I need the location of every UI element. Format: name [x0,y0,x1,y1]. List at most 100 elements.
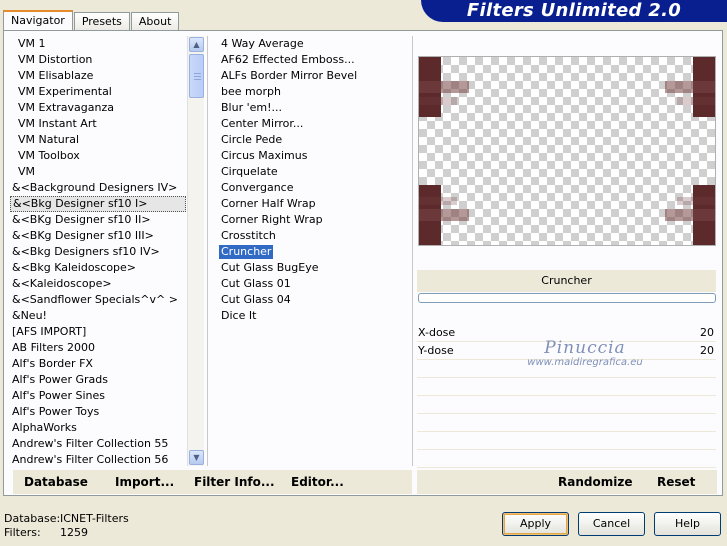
editor-button[interactable]: Editor... [291,474,344,490]
parameter-row [417,432,716,450]
category-item[interactable]: VM Experimental [10,84,186,100]
category-item[interactable]: Andrew's Filter Collection 56 [10,452,186,466]
category-item[interactable]: &<Bkg Kaleidoscope> [10,260,186,276]
preview-corner-bottom-right [663,185,715,245]
filter-info-button[interactable]: Filter Info... [194,474,275,490]
randomize-button[interactable]: Randomize [558,474,632,490]
parameter-value: 20 [700,326,714,339]
filter-list[interactable]: 4 Way Average AF62 Effected Emboss... ALFs… [210,36,410,466]
parameter-row [417,414,716,432]
help-button[interactable]: Help [654,512,721,536]
database-value: ICNET-Filters [60,512,129,525]
database-label: Database: [4,512,61,525]
filter-item[interactable]: Center Mirror... [210,116,410,132]
filter-item[interactable]: AF62 Effected Emboss... [210,52,410,68]
category-item[interactable]: VM Distortion [10,52,186,68]
filter-item[interactable]: 4 Way Average [210,36,410,52]
filter-item-label: AF62 Effected Emboss... [221,53,355,66]
category-list[interactable]: VM 1 VM Distortion VM Elisablaze VM Experim… [10,36,186,466]
preview-corner-top-right [663,57,715,117]
list-divider [207,36,208,466]
filter-item-label: Circle Pede [221,133,283,146]
preview-corner-top-left [419,57,471,117]
category-item[interactable]: &<Sandflower Specials^v^ > [10,292,186,308]
category-item[interactable]: &Neu! [10,308,186,324]
tab-navigator[interactable]: Navigator [3,10,73,30]
category-item[interactable]: Alf's Border FX [10,356,186,372]
filters-count-label: Filters: [4,526,41,539]
preview-corner-bottom-left [419,185,471,245]
category-item[interactable]: Alf's Power Sines [10,388,186,404]
filter-item[interactable]: Cut Glass 04 [210,292,410,308]
tab-presets[interactable]: Presets [73,12,130,30]
scroll-thumb[interactable] [189,54,204,98]
filter-item-label: Circus Maximus [221,149,308,162]
cancel-button[interactable]: Cancel [578,512,645,536]
filter-item-label: Cruncher [219,245,274,259]
apply-button[interactable]: Apply [502,512,569,536]
category-scrollbar[interactable]: ▲ ▼ [187,36,204,466]
category-item[interactable]: VM Instant Art [10,116,186,132]
filter-item[interactable]: Cruncher [210,244,410,260]
filter-item[interactable]: Blur 'em!... [210,100,410,116]
filter-item[interactable]: Cut Glass BugEye [210,260,410,276]
progress-bar [418,293,716,303]
status-info: Database: ICNET-Filters Filters: 1259 [4,512,129,540]
category-item[interactable]: VM Toolbox [10,148,186,164]
filter-item[interactable]: Convergance [210,180,410,196]
filters-count-value: 1259 [60,526,88,539]
filter-item-label: Convergance [221,181,294,194]
import-button[interactable]: Import... [115,474,174,490]
category-item[interactable]: Alf's Power Grads [10,372,186,388]
category-item[interactable]: AlphaWorks [10,420,186,436]
category-item[interactable]: Alf's Power Toys [10,404,186,420]
category-item[interactable]: VM Natural [10,132,186,148]
filter-item-label: Cut Glass 04 [221,293,291,306]
filter-item[interactable]: bee morph [210,84,410,100]
parameter-label: Y-dose [418,344,454,357]
app-title-banner: Filters Unlimited 2.0 [421,0,727,22]
filter-item-label: ALFs Border Mirror Bevel [221,69,358,82]
scroll-down-button[interactable]: ▼ [189,450,204,465]
filter-item-label: Blur 'em!... [221,101,282,114]
category-item[interactable]: Andrew's Filter Collection 55 [10,436,186,452]
parameter-area: Cruncher X-dose 20 Y-dose 20 Pinuccia www.m… [417,268,716,468]
filter-item[interactable]: Circus Maximus [210,148,410,164]
scroll-up-button[interactable]: ▲ [189,37,204,52]
category-item[interactable]: VM 1 [10,36,186,52]
category-item[interactable]: &<Bkg Designer sf10 I> [10,196,186,212]
category-item[interactable]: &<BKg Designer sf10 II> [10,212,186,228]
watermark-name: Pinuccia [544,338,626,358]
category-item[interactable]: &<Bkg Designers sf10 IV> [10,244,186,260]
category-item[interactable]: AB Filters 2000 [10,340,186,356]
filter-item-label: Cirquelate [221,165,278,178]
filter-item[interactable]: Corner Half Wrap [210,196,410,212]
category-item[interactable]: [AFS IMPORT] [10,324,186,340]
category-item[interactable]: VM [10,164,186,180]
watermark-site: www.maidiregrafica.eu [527,357,643,368]
filter-item-label: Crosstitch [221,229,276,242]
category-item[interactable]: &<Kaleidoscope> [10,276,186,292]
filter-item[interactable]: Corner Right Wrap [210,212,410,228]
list-divider [412,36,413,466]
current-filter-name: Cruncher [417,270,716,292]
filter-item[interactable]: ALFs Border Mirror Bevel [210,68,410,84]
category-item[interactable]: VM Extravaganza [10,100,186,116]
database-button[interactable]: Database [24,474,88,490]
parameter-row [417,450,716,468]
reset-button[interactable]: Reset [657,474,695,490]
filter-item[interactable]: Cirquelate [210,164,410,180]
filter-item[interactable]: Cut Glass 01 [210,276,410,292]
watermark: Pinuccia www.maidiregrafica.eu [505,338,665,368]
category-item[interactable]: VM Elisablaze [10,68,186,84]
filter-item-label: bee morph [221,85,281,98]
filter-item[interactable]: Dice It [210,308,410,324]
tab-about[interactable]: About [130,12,180,30]
filter-item-label: 4 Way Average [221,37,304,50]
filter-item[interactable]: Crosstitch [210,228,410,244]
filter-item[interactable]: Circle Pede [210,132,410,148]
category-item[interactable]: &<BKg Designer sf10 III> [10,228,186,244]
parameter-row [417,378,716,396]
filter-item-label: Cut Glass BugEye [221,261,319,274]
category-item[interactable]: &<Background Designers IV> [10,180,186,196]
